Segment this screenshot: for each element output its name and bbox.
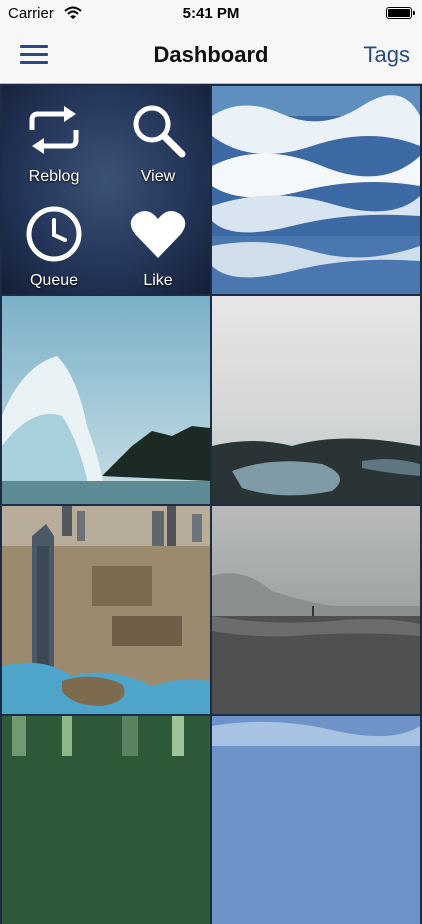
post-actions-panel: Reblog View Queue Like <box>2 86 210 294</box>
photo-tile[interactable] <box>212 296 420 504</box>
foggy-lake-photo <box>212 296 420 504</box>
blue-sky-photo <box>212 716 420 924</box>
queue-label: Queue <box>29 272 79 289</box>
reblog-button[interactable]: Reblog <box>2 86 106 190</box>
wave-spray-photo <box>2 296 210 504</box>
city-skyline-photo <box>2 506 210 714</box>
misty-beach-photo <box>212 506 420 714</box>
queue-button[interactable]: Queue <box>2 190 106 294</box>
photo-tile[interactable] <box>212 716 420 924</box>
reblog-icon <box>29 106 79 154</box>
photo-tile[interactable] <box>2 716 210 924</box>
view-label: View <box>140 168 176 185</box>
navigation-bar: Dashboard Tags <box>0 28 422 84</box>
photo-tile[interactable] <box>2 506 210 714</box>
forest-photo <box>2 716 210 924</box>
photo-grid: Reblog View Queue Like <box>0 84 422 924</box>
photo-tile[interactable] <box>212 506 420 714</box>
photo-tile[interactable] <box>212 86 420 294</box>
battery-icon <box>386 7 415 19</box>
view-button[interactable]: View <box>106 86 210 190</box>
ocean-waves-photo <box>212 86 420 294</box>
heart-icon <box>130 210 186 258</box>
page-title: Dashboard <box>153 42 269 67</box>
status-bar: Carrier 5:41 PM <box>0 0 422 28</box>
clock-icon <box>26 206 82 262</box>
clock-time: 5:41 PM <box>182 5 240 22</box>
tags-button[interactable]: Tags <box>364 42 410 68</box>
like-label: Like <box>143 272 173 289</box>
reblog-label: Reblog <box>28 168 80 185</box>
magnifier-icon <box>133 105 186 158</box>
photo-tile[interactable] <box>2 296 210 504</box>
like-button[interactable]: Like <box>106 190 210 294</box>
